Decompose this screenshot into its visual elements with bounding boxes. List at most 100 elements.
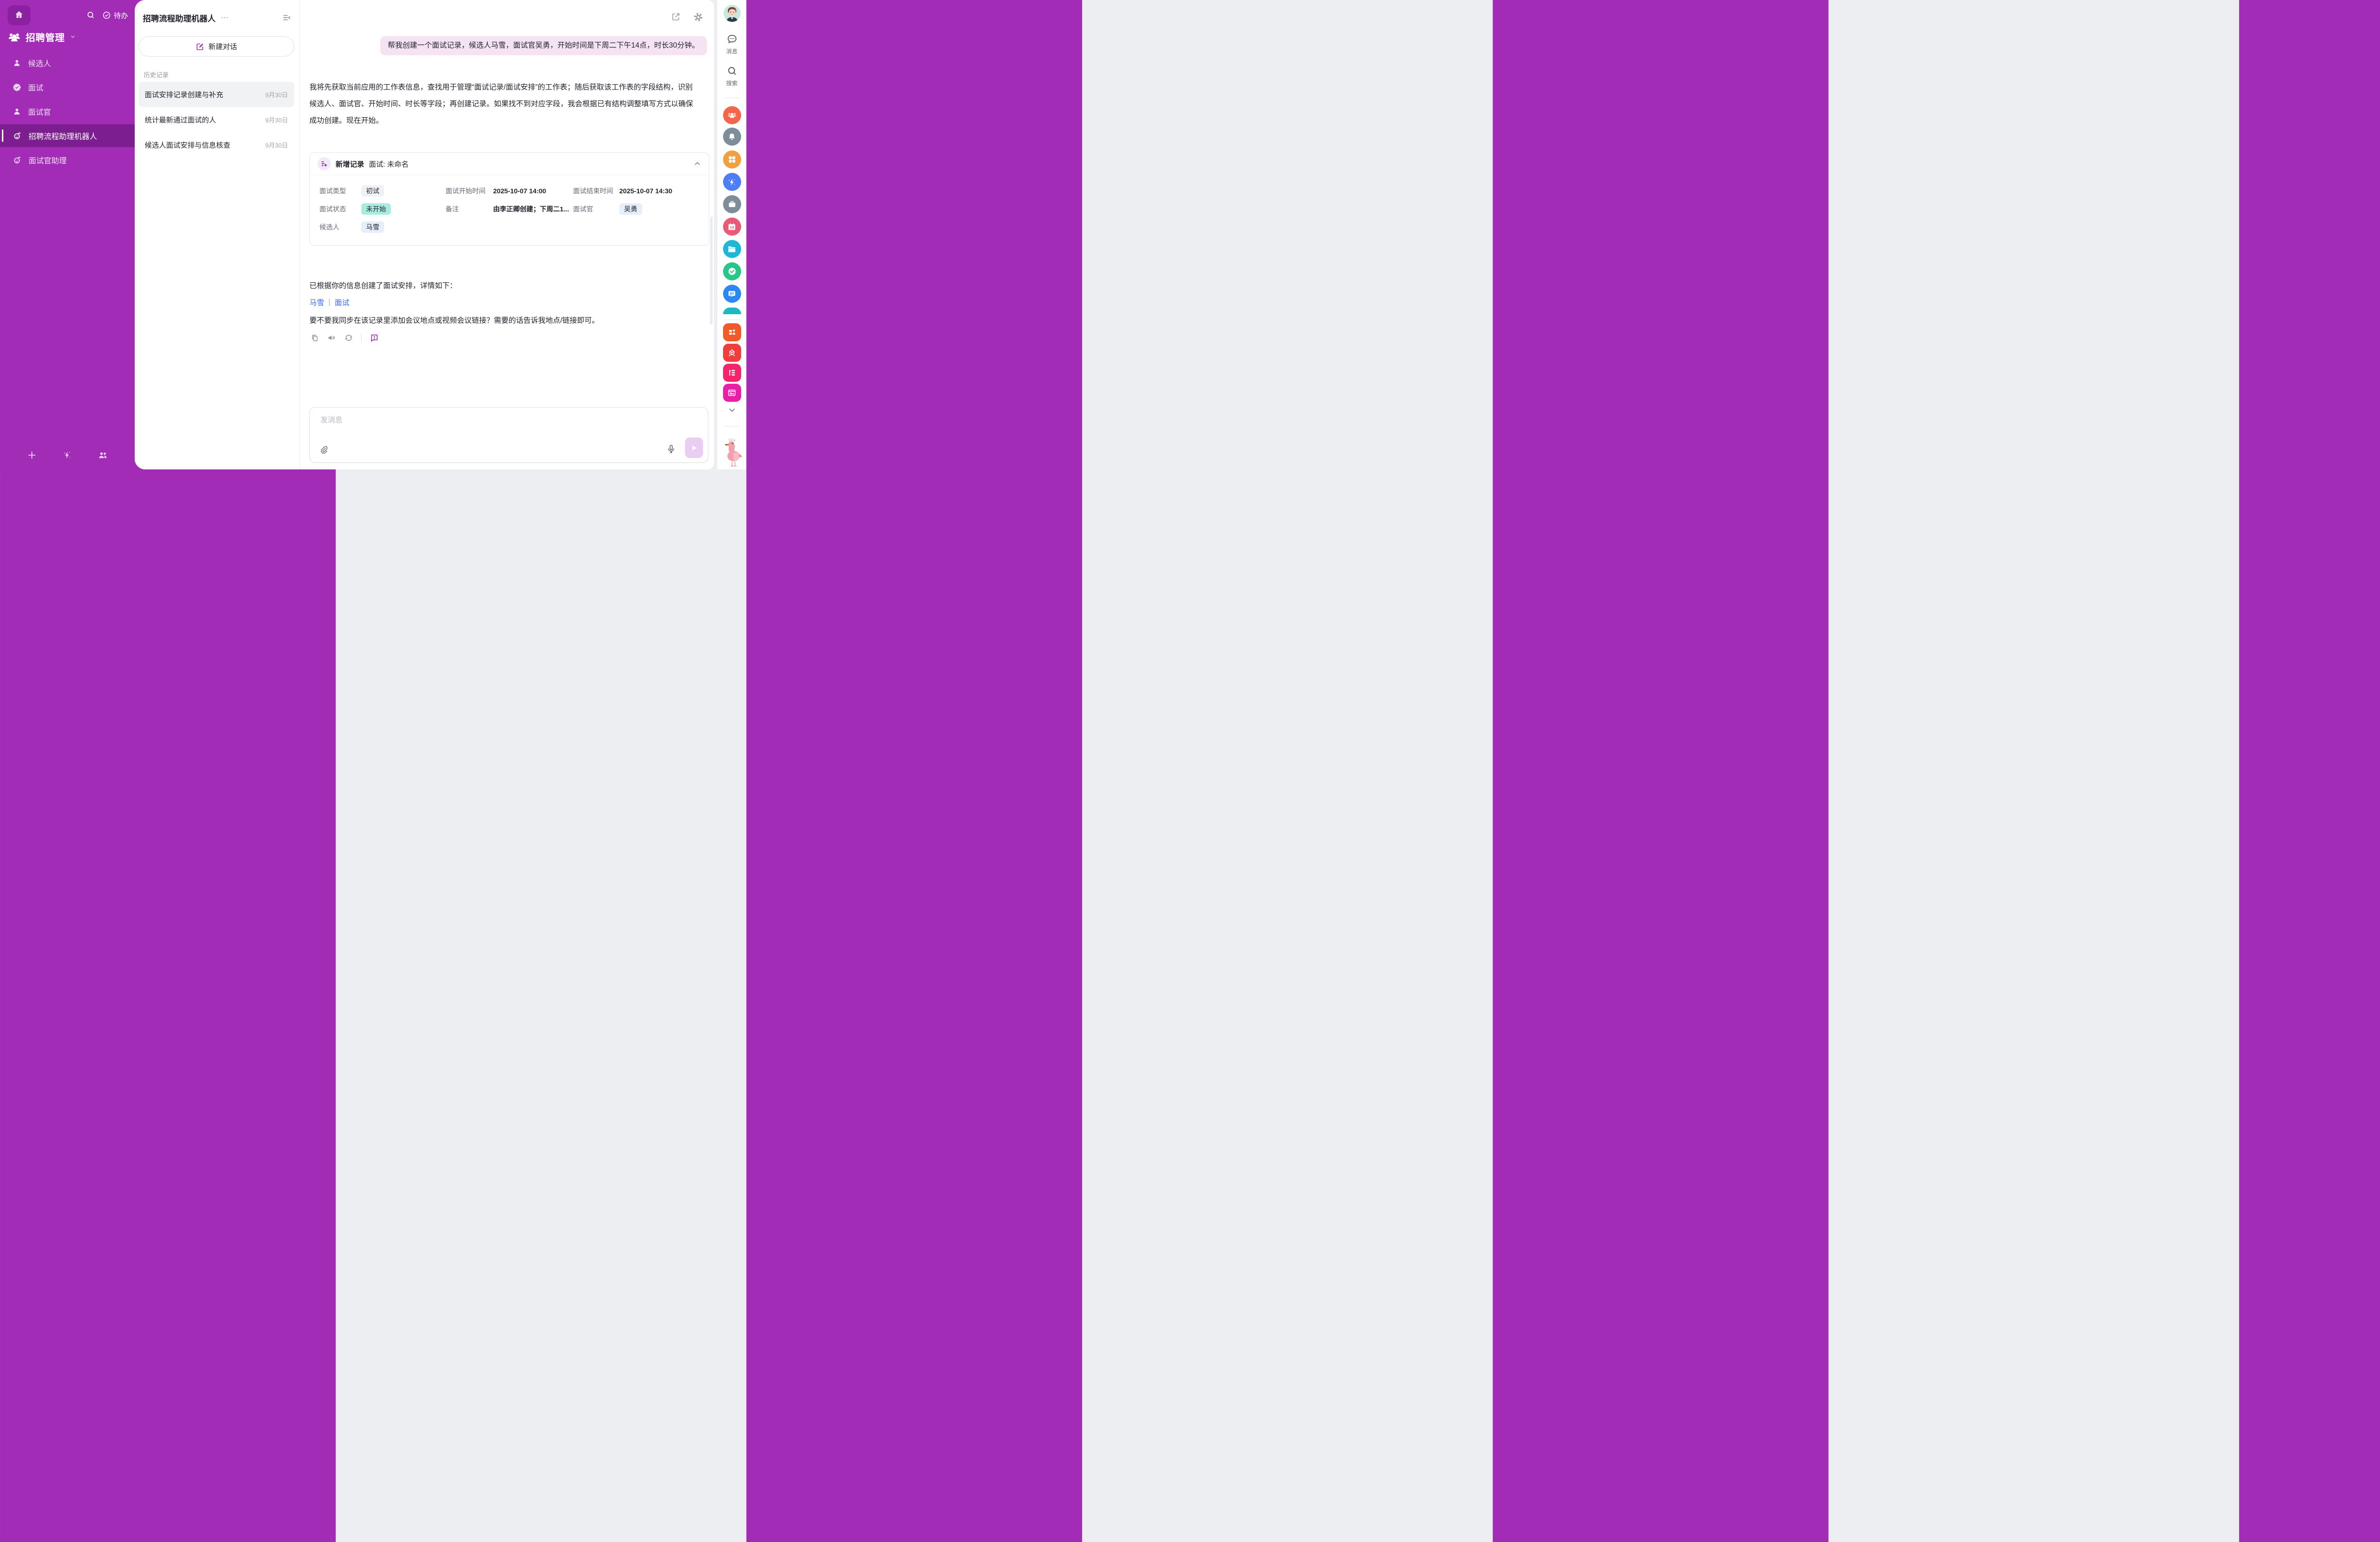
record-card-header: 新增记录 面试: 未命名 [310, 153, 709, 175]
sidebar-item-recruit-bot[interactable]: 招聘流程助理机器人 [0, 124, 135, 147]
rail-workbench-app[interactable] [723, 150, 741, 169]
rail-expand-more[interactable] [728, 406, 736, 414]
read-aloud-icon[interactable] [327, 333, 336, 342]
sidebar-item-interviews[interactable]: 面试 [0, 76, 135, 99]
rail-notifications-app[interactable] [723, 128, 741, 146]
sidebar-item-label: 面试官助理 [29, 154, 67, 166]
history-item[interactable]: 面试安排记录创建与补充 9月30日 [139, 82, 294, 107]
sidebar-item-label: 面试 [28, 81, 43, 93]
chat-toolbar [671, 12, 704, 22]
candidate-link[interactable]: 马雪 [309, 297, 324, 308]
interview-link[interactable]: 面试 [335, 297, 349, 308]
sidebar-nav: 候选人 面试 面试官 招聘流程助理机器人 [0, 51, 135, 173]
composer-placeholder: 发消息 [320, 414, 343, 425]
rail-custom-app-list[interactable] [723, 364, 741, 382]
attachment-icon[interactable] [319, 445, 328, 454]
members-button[interactable] [98, 450, 108, 460]
field-value-chip: 初试 [361, 185, 384, 197]
chevron-down-icon [69, 33, 76, 40]
open-in-new-icon[interactable] [671, 12, 681, 22]
sidebar-item-candidates[interactable]: 候选人 [0, 51, 135, 74]
add-button[interactable] [27, 450, 37, 460]
app-rail: 消息 搜索 14 [717, 0, 746, 469]
record-fields: 面试类型 初试 面试开始时间 2025-10-07 14:00 面试结束时间 2… [310, 175, 709, 236]
chat-scrollbar[interactable] [710, 217, 713, 325]
collapse-card-icon[interactable] [694, 160, 701, 168]
regenerate-icon[interactable] [344, 333, 353, 342]
new-conversation-button[interactable]: 新建对话 [139, 36, 294, 57]
record-title: 面试: 未命名 [369, 159, 408, 169]
field-label: 面试开始时间 [446, 182, 493, 200]
history-section-label: 历史记录 [144, 70, 169, 79]
user-avatar[interactable] [724, 5, 741, 22]
rail-custom-app-access[interactable] [723, 384, 741, 402]
add-record-icon [317, 157, 331, 170]
rail-custom-app-dashboard[interactable] [723, 323, 741, 341]
automation-button[interactable] [62, 450, 72, 460]
voice-input-icon[interactable] [666, 444, 676, 454]
rail-comments-app[interactable] [723, 285, 741, 303]
field-value: 由李正卿创建；下周二1... [493, 204, 569, 214]
robot-icon [12, 155, 22, 165]
todo-button[interactable]: 待办 [102, 10, 128, 20]
field-label: 面试类型 [319, 182, 361, 200]
sidebar-item-interviewers[interactable]: 面试官 [0, 100, 135, 123]
people-icon [98, 450, 108, 460]
compose-icon [196, 42, 204, 51]
conversation-list-header: 招聘流程助理机器人 [143, 10, 291, 25]
field-label: 面试结束时间 [573, 182, 619, 200]
user-message-row: 帮我创建一个面试记录，候选人马雪，面试官吴勇，开始时间是下周二下午14点，时长3… [309, 36, 707, 55]
record-links: 马雪 | 面试 [309, 297, 349, 308]
message-composer[interactable]: 发消息 [309, 407, 708, 463]
flamingo-mascot[interactable] [721, 438, 744, 468]
sidebar-item-label: 面试官 [28, 106, 51, 117]
sidebar-item-label: 候选人 [28, 57, 51, 69]
person-icon [12, 107, 21, 116]
copy-icon[interactable] [310, 334, 319, 342]
sidebar-bottom-bar [0, 445, 135, 466]
settings-gear-icon[interactable] [693, 12, 704, 22]
more-options-icon[interactable] [220, 13, 229, 22]
rail-hidden-app[interactable] [723, 308, 741, 314]
history-item[interactable]: 候选人面试安排与信息核查 9月30日 [139, 132, 294, 158]
field-value: 2025-10-07 14:30 [619, 187, 672, 195]
divider [724, 426, 740, 427]
rail-drive-app[interactable] [723, 240, 741, 258]
feedback-icon[interactable] [370, 333, 379, 342]
home-icon [14, 10, 24, 21]
new-record-card: 新增记录 面试: 未命名 面试类型 初试 面试开始时间 2025-10-07 1… [309, 152, 709, 246]
rail-automation-app[interactable] [723, 173, 741, 191]
field-label: 候选人 [319, 218, 361, 236]
plus-icon [27, 450, 37, 460]
person-icon [12, 59, 21, 68]
robot-icon [12, 131, 22, 140]
todo-label: 待办 [114, 10, 128, 20]
rail-contacts-app[interactable] [723, 106, 741, 124]
rail-tasks-app[interactable] [723, 262, 741, 280]
history-item[interactable]: 统计最新通过面试的人 9月30日 [139, 107, 294, 132]
sidebar-top-bar: 待办 [8, 5, 128, 26]
send-icon [690, 444, 698, 452]
workspace-switcher[interactable]: 招聘管理 [7, 28, 128, 46]
field-value: 2025-10-07 14:00 [493, 187, 546, 195]
record-action-title: 新增记录 [336, 159, 364, 169]
assistant-message: 已根据你的信息创建了面试安排，详情如下： [309, 280, 457, 290]
recruitment-sidebar: 待办 招聘管理 候选人 面试 [0, 0, 135, 469]
sidebar-item-interviewer-assistant[interactable]: 面试官助理 [0, 149, 135, 171]
assistant-message: 我将先获取当前应用的工作表信息，查找用于管理“面试记录/面试安排”的工作表；随后… [309, 79, 696, 129]
rail-messages[interactable]: 消息 [726, 33, 737, 55]
rail-search[interactable]: 搜索 [726, 65, 737, 87]
home-button[interactable] [8, 5, 30, 25]
link-separator: | [328, 298, 330, 307]
rail-custom-app-model[interactable] [723, 344, 741, 362]
messages-icon [726, 33, 737, 45]
field-label: 备注 [446, 200, 493, 218]
send-button[interactable] [685, 438, 703, 458]
rail-calendar-app[interactable]: 14 [723, 218, 741, 236]
rail-work-app[interactable] [723, 195, 741, 213]
new-conversation-label: 新建对话 [208, 41, 237, 51]
message-actions [310, 333, 379, 342]
sidebar-search-icon[interactable] [86, 10, 96, 20]
collapse-panel-icon[interactable] [282, 13, 291, 22]
badge-check-icon [12, 83, 21, 92]
